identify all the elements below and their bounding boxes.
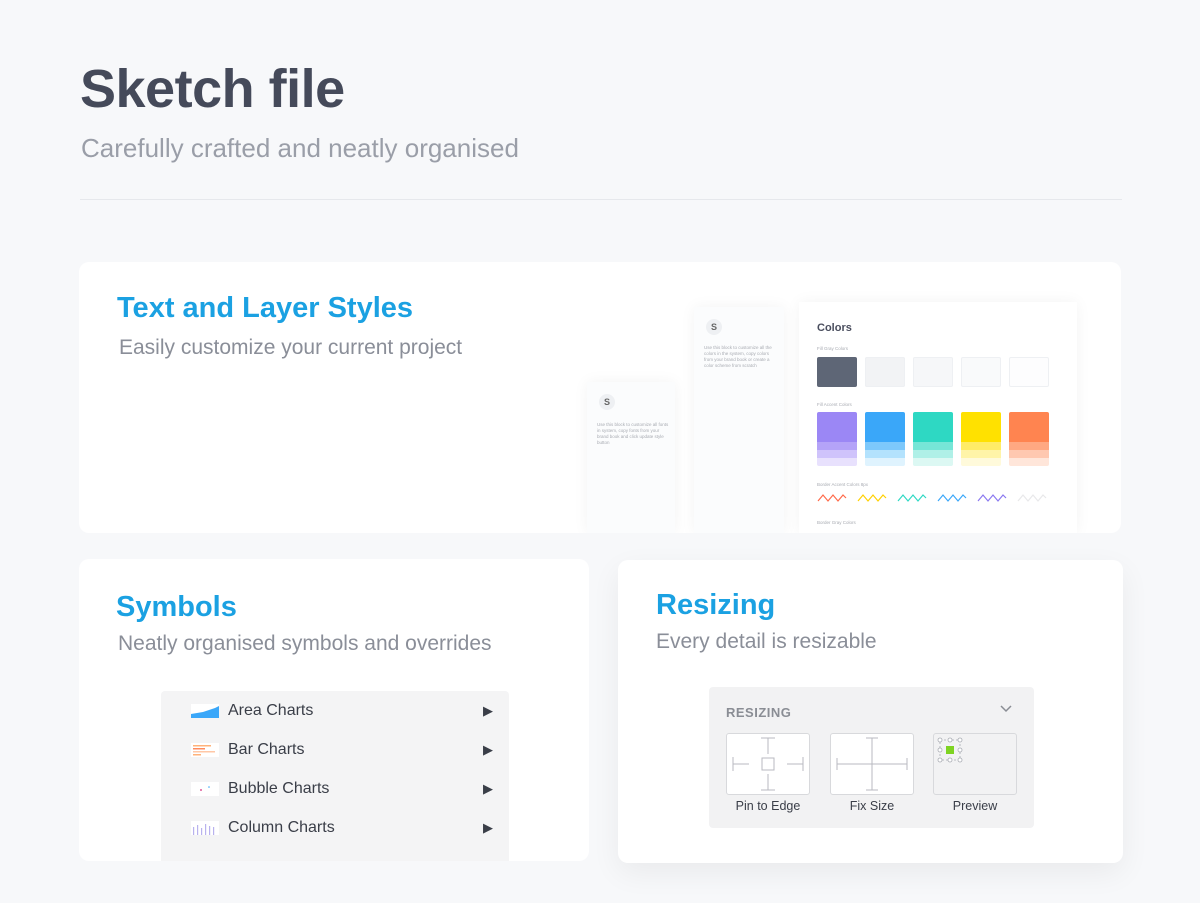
preview-label: Preview bbox=[952, 799, 998, 813]
accent-swatch bbox=[865, 412, 905, 466]
styles-card-title: Text and Layer Styles bbox=[117, 292, 414, 324]
symbols-card: Symbols Neatly organised symbols and ove… bbox=[79, 559, 589, 861]
sketch-logo-icon: S bbox=[706, 319, 722, 335]
fonts-panel-text: Use this block to customize all fonts in… bbox=[597, 422, 669, 445]
gray-swatch bbox=[1009, 357, 1049, 387]
border-wave-sample bbox=[1017, 494, 1047, 502]
resizing-card-title: Resizing bbox=[656, 589, 776, 621]
accent-swatch bbox=[1009, 412, 1049, 466]
gray-swatch bbox=[817, 357, 857, 387]
colors-board-preview: Colors Fill Gray Colors Fill Accent Colo… bbox=[799, 302, 1077, 533]
border-wave-sample bbox=[857, 494, 887, 502]
colors-panel-text: Use this block to customize all the colo… bbox=[704, 345, 772, 368]
gray-swatch bbox=[913, 357, 953, 387]
symbol-item-area-charts[interactable]: Area Charts ▶ bbox=[161, 691, 509, 730]
preview-handles-icon bbox=[937, 737, 963, 763]
colors-panel-preview: S Use this block to customize all the co… bbox=[694, 307, 784, 533]
fix-size-option[interactable] bbox=[830, 733, 914, 795]
resizing-panel-title: RESIZING bbox=[726, 705, 792, 720]
symbol-item-label: Area Charts bbox=[228, 702, 314, 719]
fix-size-label: Fix Size bbox=[849, 799, 895, 813]
fonts-panel-preview: S Use this block to customize all fonts … bbox=[587, 382, 675, 533]
symbol-item-bar-charts[interactable]: Bar Charts ▶ bbox=[161, 730, 509, 769]
fix-size-icon bbox=[836, 737, 908, 791]
submenu-arrow-icon: ▶ bbox=[483, 820, 493, 835]
page-title: Sketch file bbox=[80, 59, 345, 119]
area-chart-icon bbox=[191, 704, 219, 718]
accent-swatch bbox=[817, 412, 857, 466]
symbols-card-subtitle: Neatly organised symbols and overrides bbox=[118, 632, 492, 655]
column-chart-icon bbox=[191, 821, 219, 835]
preview-option[interactable] bbox=[933, 733, 1017, 795]
border-accent-label: Border Accent Colors 8px bbox=[817, 482, 869, 487]
resizing-card-subtitle: Every detail is resizable bbox=[656, 630, 877, 653]
border-gray-label: Border Gray Colors bbox=[817, 520, 856, 525]
colors-title: Colors bbox=[817, 322, 852, 334]
symbol-item-label: Column Charts bbox=[228, 819, 335, 836]
border-wave-sample bbox=[817, 494, 847, 502]
sketch-logo-icon: S bbox=[599, 394, 615, 410]
bar-chart-icon bbox=[191, 743, 219, 757]
styles-card-subtitle: Easily customize your current project bbox=[119, 336, 463, 359]
symbol-item-label: Bar Charts bbox=[228, 741, 305, 758]
gray-swatch bbox=[865, 357, 905, 387]
resizing-card: Resizing Every detail is resizable RESIZ… bbox=[618, 560, 1123, 863]
fill-accent-label: Fill Accent Colors bbox=[817, 402, 852, 407]
pin-to-edge-label: Pin to Edge bbox=[735, 799, 801, 813]
styles-card: Text and Layer Styles Easily customize y… bbox=[79, 262, 1121, 533]
preview-accent-square bbox=[946, 746, 954, 754]
bubble-chart-icon bbox=[191, 782, 219, 796]
pin-to-edge-icon bbox=[732, 737, 804, 791]
symbol-item-bubble-charts[interactable]: Bubble Charts ▶ bbox=[161, 769, 509, 808]
submenu-arrow-icon: ▶ bbox=[483, 742, 493, 757]
symbol-item-label: Bubble Charts bbox=[228, 780, 330, 797]
border-wave-sample bbox=[897, 494, 927, 502]
fill-gray-label: Fill Gray Colors bbox=[817, 346, 849, 351]
submenu-arrow-icon: ▶ bbox=[483, 703, 493, 718]
header-divider bbox=[80, 199, 1122, 200]
chevron-down-icon[interactable] bbox=[999, 701, 1013, 717]
accent-swatch bbox=[961, 412, 1001, 466]
page-subtitle: Carefully crafted and neatly organised bbox=[81, 133, 519, 163]
symbols-menu: Area Charts ▶ Bar Charts ▶ Bubble Charts… bbox=[161, 691, 509, 861]
accent-swatch bbox=[913, 412, 953, 466]
border-wave-sample bbox=[977, 494, 1007, 502]
symbols-card-title: Symbols bbox=[116, 591, 237, 623]
gray-swatch bbox=[961, 357, 1001, 387]
symbol-item-column-charts[interactable]: Column Charts ▶ bbox=[161, 808, 509, 847]
resizing-panel: RESIZING Pin to Edge Fix Size Preview bbox=[709, 687, 1034, 828]
border-wave-sample bbox=[937, 494, 967, 502]
pin-to-edge-option[interactable] bbox=[726, 733, 810, 795]
submenu-arrow-icon: ▶ bbox=[483, 781, 493, 796]
